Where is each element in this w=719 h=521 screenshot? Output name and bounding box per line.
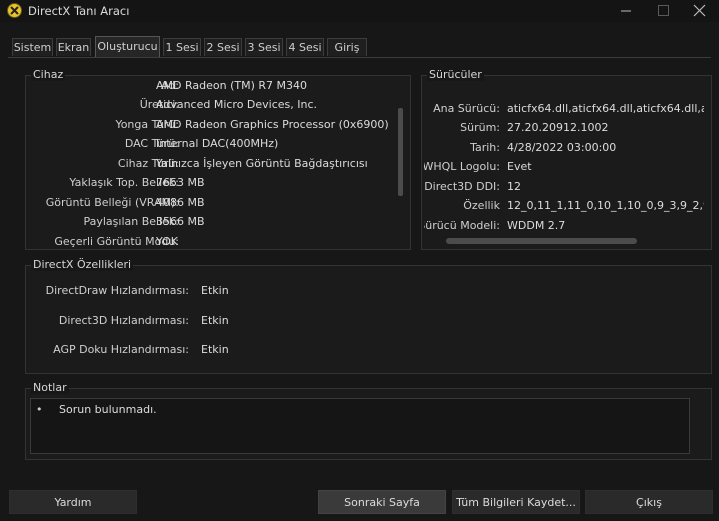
directx-x-icon: [7, 3, 22, 18]
agp-accel-value: Etkin: [201, 343, 229, 356]
device-type-value: Yalnızca İşleyen Görüntü Bağdaştırıcısı: [156, 157, 368, 170]
display-mode-value: YOK: [156, 235, 178, 248]
d3d-ddi-label: Direct3D DDI:: [424, 180, 500, 193]
direct3d-accel-label: Direct3D Hızlandırması:: [58, 314, 189, 327]
tab-3-sesi[interactable]: 3 Sesi: [245, 38, 283, 56]
tab-strip: Sistem Ekran Oluşturucu 1 Sesi 2 Sesi 3 …: [0, 36, 719, 57]
shared-memory-value: 3566 MB: [156, 215, 205, 228]
next-page-button[interactable]: Sonraki Sayfa: [318, 490, 446, 514]
drivers-horizontal-scrollbar[interactable]: [446, 238, 637, 244]
drivers-info-list: Ana Sürücü: aticfx64.dll,aticfx64.dll,at…: [424, 100, 704, 235]
driver-model-label: Sürücü Modeli:: [424, 219, 500, 232]
device-scrollbar[interactable]: [398, 108, 403, 196]
date-label: Tarih:: [470, 141, 500, 154]
tab-sistem[interactable]: Sistem: [12, 38, 53, 56]
whql-value: Evet: [507, 160, 532, 173]
direct3d-accel-value: Etkin: [201, 314, 229, 327]
note-item: Sorun bulunmadı.: [59, 403, 157, 416]
date-value: 4/28/2022 03:00:00: [507, 141, 617, 154]
main-driver-label: Ana Sürücü:: [433, 102, 500, 115]
version-label: Sürüm:: [460, 121, 500, 134]
manufacturer-value: Advanced Micro Devices, Inc.: [156, 98, 318, 111]
version-value: 27.20.20912.1002: [507, 121, 609, 134]
tab-ekran[interactable]: Ekran: [56, 38, 91, 56]
dac-type-value: Internal DAC(400MHz): [156, 137, 279, 150]
help-button[interactable]: Yardım: [9, 490, 137, 514]
tab-giris[interactable]: Giriş: [327, 38, 367, 56]
feature-levels-label: Özellik: [463, 199, 500, 212]
dx-features-group-title: DirectX Özellikleri: [31, 258, 134, 271]
chip-type-value: AMD Radeon Graphics Processor (0x6900): [156, 118, 389, 131]
bullet-icon: •: [36, 403, 43, 416]
maximize-icon[interactable]: [644, 0, 684, 22]
tab-olusturucu[interactable]: Oluşturucu: [95, 36, 160, 57]
notes-group-title: Notlar: [31, 381, 69, 394]
directdraw-accel-value: Etkin: [201, 284, 229, 297]
agp-accel-label: AGP Doku Hızlandırması:: [53, 343, 189, 356]
save-all-info-button[interactable]: Tüm Bilgileri Kaydet...: [452, 490, 580, 514]
drivers-group-title: Sürücüler: [427, 68, 484, 81]
directdraw-accel-label: DirectDraw Hızlandırması:: [45, 284, 189, 297]
tab-1-sesi[interactable]: 1 Sesi: [163, 38, 201, 56]
vram-value: 4086 MB: [156, 196, 205, 209]
driver-model-value: WDDM 2.7: [507, 219, 566, 232]
device-name-value: AMD Radeon (TM) R7 M340: [156, 79, 307, 92]
notes-textbox[interactable]: • Sorun bulunmadı.: [30, 398, 690, 454]
window-title: DirectX Tanı Aracı: [28, 4, 130, 18]
feature-levels-value: 12_0,11_1,11_0,10_1,10_0,9_3,9_2,9_: [507, 199, 704, 212]
d3d-ddi-value: 12: [507, 180, 521, 193]
tab-4-sesi[interactable]: 4 Sesi: [286, 38, 324, 56]
whql-label: WHQL Logolu:: [424, 160, 500, 173]
total-memory-value: 7653 MB: [156, 176, 205, 189]
tab-divider: [8, 57, 711, 58]
close-icon[interactable]: [680, 0, 719, 22]
main-driver-value: aticfx64.dll,aticfx64.dll,aticfx64.dll,a…: [507, 102, 704, 115]
minimize-icon[interactable]: [606, 0, 646, 22]
tab-2-sesi[interactable]: 2 Sesi: [204, 38, 242, 56]
exit-button[interactable]: Çıkış: [585, 490, 713, 514]
device-info-list: Ad: AMD Radeon (TM) R7 M340 Üretici: Adv…: [28, 79, 398, 248]
